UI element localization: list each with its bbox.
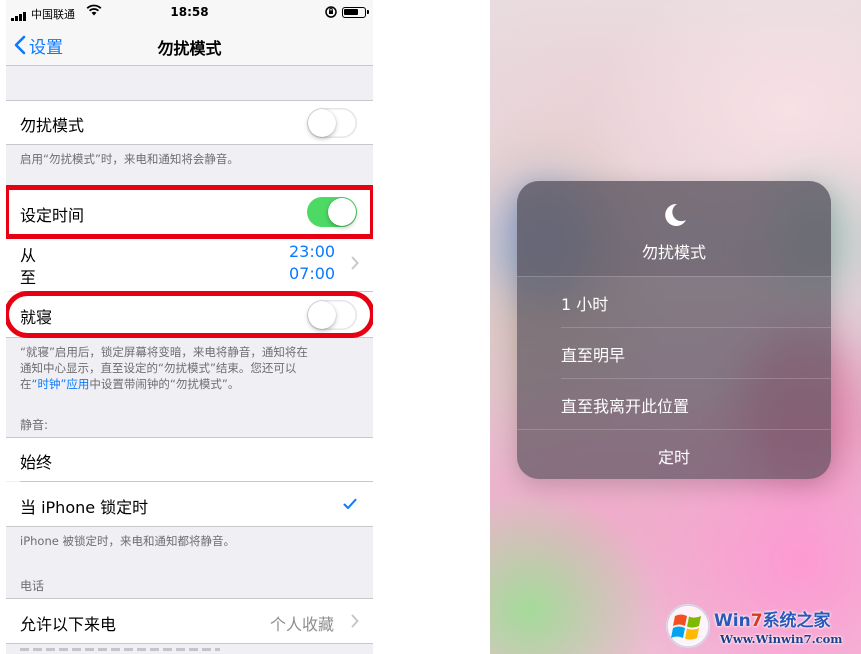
chevron-right-icon: [351, 614, 359, 628]
bedtime-toggle[interactable]: [307, 300, 357, 330]
dnd-menu-header: 勿扰模式: [517, 181, 831, 276]
allow-calls-label: 允许以下来电: [20, 615, 117, 634]
silence-locked-row[interactable]: 当 iPhone 锁定时: [6, 482, 373, 526]
nav-bar: 设置 勿扰模式: [6, 26, 373, 66]
silence-always-row[interactable]: 始终: [6, 438, 373, 481]
page-title: 勿扰模式: [157, 39, 222, 58]
dnd-toggle[interactable]: [307, 108, 357, 138]
footnote-line: 在“时钟”应用中设置带闹钟的“勿扰模式”。: [20, 377, 240, 391]
allow-calls-value: 个人收藏: [270, 615, 335, 634]
watermark-url: Www.Winwin7.com: [720, 632, 843, 646]
dnd-footnote: 启用“勿扰模式”时，来电和通知将会静音。: [20, 152, 239, 166]
scheduled-label: 设定时间: [20, 206, 85, 225]
dnd-menu-title: 勿扰模式: [641, 243, 706, 262]
to-label: 至: [20, 268, 37, 287]
scheduled-toggle[interactable]: [307, 197, 357, 227]
schedule-button[interactable]: 定时: [517, 429, 831, 479]
silence-always-label: 始终: [20, 453, 53, 472]
checkmark-icon: [343, 498, 357, 509]
scheduled-row: 设定时间: [6, 190, 373, 234]
bedtime-footnote: “就寝”启用后，锁定屏幕将变暗，来电将静音，通知将在 通知中心显示，直至设定的“…: [20, 344, 360, 392]
rotation-lock-icon: [324, 5, 338, 22]
divider: [6, 337, 373, 338]
clock-app-link[interactable]: “时钟”应用: [32, 377, 90, 391]
dnd-label: 勿扰模式: [20, 116, 85, 135]
windows-logo-icon: [666, 604, 710, 648]
allow-calls-row[interactable]: 允许以下来电 个人收藏: [6, 599, 373, 643]
bedtime-label: 就寝: [20, 308, 53, 327]
status-time: 18:58: [170, 5, 209, 19]
schedule-time-row[interactable]: 从 至 23:00 07:00: [6, 235, 373, 291]
cutoff-footnote: [20, 648, 220, 651]
status-bar: 中国联通 18:58: [6, 0, 373, 26]
watermark-brand: Win7系统之家: [714, 611, 831, 631]
divider: [6, 643, 373, 644]
divider: [6, 526, 373, 527]
footnote-line: “就寝”启用后，锁定屏幕将变暗，来电将静音，通知将在: [20, 345, 308, 359]
moon-icon: [665, 203, 686, 226]
silence-header: 静音:: [20, 418, 49, 432]
divider: [6, 144, 373, 145]
from-time: 23:00: [289, 242, 336, 261]
watermark: Win7系统之家 Www.Winwin7.com: [664, 602, 859, 654]
footnote-line: 通知中心显示，直至设定的“勿扰模式”结束。您还可以: [20, 361, 297, 375]
dnd-menu-card: 勿扰模式 1 小时 直至明早 直至我离开此位置 定时: [517, 181, 831, 479]
option-one-hour[interactable]: 1 小时: [517, 276, 831, 327]
phone-header: 电话: [20, 579, 45, 593]
silence-locked-label: 当 iPhone 锁定时: [20, 498, 149, 517]
chevron-right-icon: [351, 256, 359, 270]
to-time: 07:00: [289, 264, 336, 283]
control-center-background: 勿扰模式 1 小时 直至明早 直至我离开此位置 定时: [490, 0, 861, 654]
settings-screen: 中国联通 18:58 设置 勿扰模式 勿扰模式 启用“勿扰模式”时，来电和通知将…: [6, 0, 373, 654]
from-label: 从: [20, 246, 37, 265]
battery-icon: [342, 7, 369, 18]
silence-footnote: iPhone 被锁定时，来电和通知都将静音。: [20, 534, 235, 548]
option-until-morning[interactable]: 直至明早: [517, 327, 831, 378]
bedtime-row: 就寝: [6, 292, 373, 337]
dnd-row: 勿扰模式: [6, 101, 373, 144]
option-until-leave-location[interactable]: 直至我离开此位置: [517, 378, 831, 429]
